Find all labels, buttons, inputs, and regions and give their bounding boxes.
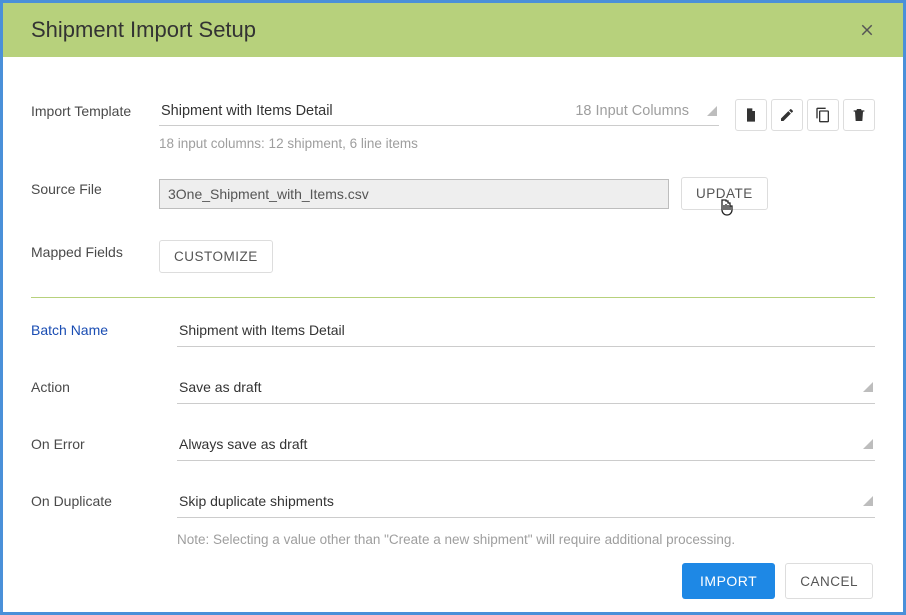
dropdown-caret-icon	[707, 106, 717, 116]
new-template-button[interactable]	[735, 99, 767, 131]
close-icon	[858, 21, 876, 39]
import-template-value: Shipment with Items Detail	[161, 103, 333, 119]
titlebar: Shipment Import Setup	[3, 3, 903, 57]
row-batch-name: Batch Name Shipment with Items Detail	[31, 320, 875, 347]
row-import-template: Import Template Shipment with Items Deta…	[31, 99, 875, 169]
cancel-button[interactable]: CANCEL	[785, 563, 873, 599]
template-actions	[735, 99, 875, 131]
import-template-helper: 18 input columns: 12 shipment, 6 line it…	[159, 136, 719, 151]
label-mapped-fields: Mapped Fields	[31, 240, 159, 260]
dialog-title: Shipment Import Setup	[31, 17, 256, 43]
dropdown-caret-icon	[863, 496, 873, 506]
update-button[interactable]: UPDATE	[681, 177, 768, 210]
pencil-icon	[779, 107, 795, 123]
source-file-input[interactable]	[159, 179, 669, 209]
dialog-window: Shipment Import Setup Import Template Sh…	[0, 0, 906, 615]
batch-name-value: Shipment with Items Detail	[179, 322, 345, 338]
copy-icon	[815, 107, 831, 123]
label-on-error: On Error	[31, 434, 177, 452]
trash-icon	[851, 107, 867, 123]
row-source-file: Source File UPDATE	[31, 177, 875, 210]
edit-template-button[interactable]	[771, 99, 803, 131]
customize-button[interactable]: CUSTOMIZE	[159, 240, 273, 273]
on-error-value: Always save as draft	[179, 436, 307, 452]
delete-template-button[interactable]	[843, 99, 875, 131]
label-on-duplicate: On Duplicate	[31, 491, 177, 509]
on-duplicate-value: Skip duplicate shipments	[179, 493, 334, 509]
on-duplicate-select[interactable]: Skip duplicate shipments	[177, 491, 875, 518]
label-action: Action	[31, 377, 177, 395]
dropdown-caret-icon	[863, 382, 873, 392]
close-button[interactable]	[853, 16, 881, 44]
on-error-select[interactable]: Always save as draft	[177, 434, 875, 461]
import-button[interactable]: IMPORT	[682, 563, 775, 599]
action-select[interactable]: Save as draft	[177, 377, 875, 404]
copy-template-button[interactable]	[807, 99, 839, 131]
dialog-body: Import Template Shipment with Items Deta…	[3, 57, 903, 612]
dialog-footer: IMPORT CANCEL	[31, 563, 875, 599]
label-import-template: Import Template	[31, 99, 159, 119]
on-duplicate-note: Note: Selecting a value other than "Crea…	[177, 532, 875, 547]
dropdown-caret-icon	[863, 439, 873, 449]
batch-name-field[interactable]: Shipment with Items Detail	[177, 320, 875, 347]
label-batch-name[interactable]: Batch Name	[31, 320, 177, 338]
row-mapped-fields: Mapped Fields CUSTOMIZE	[31, 240, 875, 273]
action-value: Save as draft	[179, 379, 262, 395]
file-icon	[743, 107, 759, 123]
import-template-select[interactable]: Shipment with Items Detail 18 Input Colu…	[159, 99, 719, 126]
import-template-columns: 18 Input Columns	[575, 103, 689, 119]
row-action: Action Save as draft	[31, 377, 875, 404]
row-on-error: On Error Always save as draft	[31, 434, 875, 461]
row-on-duplicate: On Duplicate Skip duplicate shipments No…	[31, 491, 875, 547]
label-source-file: Source File	[31, 177, 159, 197]
section-divider	[31, 297, 875, 298]
